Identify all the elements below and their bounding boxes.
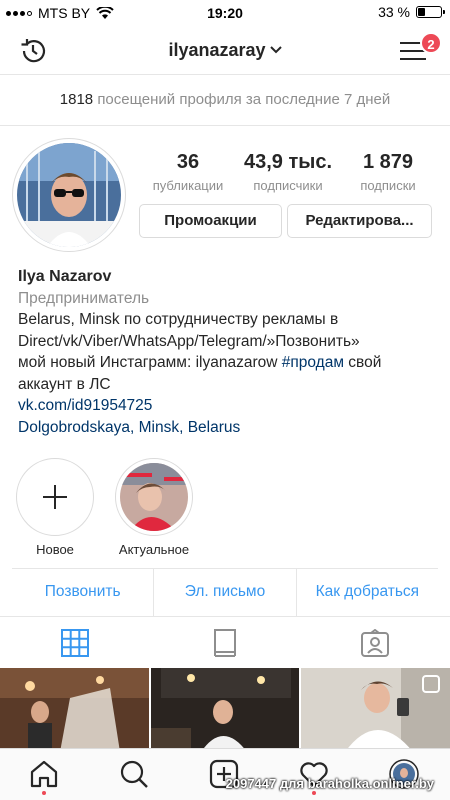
- profile-name: Ilya Nazarov: [18, 268, 112, 285]
- edit-profile-button[interactable]: Редактирова...: [287, 204, 432, 238]
- username-switcher[interactable]: ilyanazaray: [0, 40, 450, 61]
- following-stat[interactable]: 1 879 подписки: [338, 151, 438, 193]
- bottom-navigation: [0, 748, 450, 800]
- posts-label: публикации: [152, 178, 224, 193]
- address-link[interactable]: Dolgobrodskaya, Minsk, Belarus: [18, 417, 438, 439]
- directions-button[interactable]: Как добраться: [295, 569, 438, 616]
- grid-photo[interactable]: [150, 668, 300, 752]
- highlight-new[interactable]: Новое: [10, 458, 100, 557]
- posts-count: 36: [176, 151, 200, 173]
- hashtag-link[interactable]: #продам: [282, 354, 344, 371]
- avatar[interactable]: [12, 138, 126, 252]
- notification-badge: 2: [420, 32, 442, 54]
- plus-icon: [16, 458, 94, 536]
- watermark: 2097447 для baraholka.onliner.by: [225, 776, 434, 791]
- highlight-cover: [120, 463, 188, 531]
- bio-line: Belarus, Minsk по сотрудничеству рекламы…: [18, 311, 339, 328]
- highlight-actual[interactable]: Актуальное: [109, 458, 199, 557]
- website-link[interactable]: vk.com/id91954725: [18, 395, 438, 417]
- email-button[interactable]: Эл. письмо: [153, 569, 295, 616]
- activity-dot: [312, 791, 316, 795]
- chevron-down-icon: [269, 46, 282, 54]
- home-icon[interactable]: [29, 759, 59, 789]
- highlight-label: Актуальное: [118, 542, 190, 557]
- call-button[interactable]: Позвонить: [12, 569, 153, 616]
- promotions-button[interactable]: Промоакции: [139, 204, 282, 238]
- followers-label: подписчики: [253, 178, 323, 193]
- status-bar: MTS BY 19:20 33 %: [0, 0, 450, 26]
- battery-percent: 33 %: [378, 4, 410, 20]
- profile-stats: 36 публикации 43,9 тыс. подписчики 1 879…: [138, 151, 438, 193]
- highlight-label: Новое: [36, 542, 74, 557]
- grid-icon[interactable]: [61, 629, 89, 657]
- profile-header: ilyanazaray 2: [0, 26, 450, 74]
- grid-photo[interactable]: [0, 668, 149, 752]
- battery-icon: [416, 6, 445, 18]
- bio-line: мой новый Инстаграмм: ilyanazarow #прода…: [18, 354, 382, 371]
- bio-line: аккаунт в ЛС: [18, 375, 111, 393]
- bio-line: Direct/vk/Viber/WhatsApp/Telegram/»Позво…: [18, 332, 360, 350]
- profile-bio: Ilya Nazarov Предприниматель Belarus, Mi…: [18, 266, 438, 438]
- grid-photo[interactable]: [301, 668, 450, 752]
- following-count: 1 879: [362, 151, 414, 173]
- followers-count: 43,9 тыс.: [243, 151, 333, 173]
- profile-category: Предприниматель: [18, 289, 150, 307]
- home-activity-dot: [42, 791, 46, 795]
- followers-stat[interactable]: 43,9 тыс. подписчики: [238, 151, 338, 193]
- search-icon[interactable]: [119, 759, 149, 789]
- username: ilyanazaray: [168, 40, 266, 60]
- posts-stat[interactable]: 36 публикации: [138, 151, 238, 193]
- following-label: подписки: [360, 178, 416, 193]
- contact-bar: Позвонить Эл. письмо Как добраться: [12, 568, 438, 616]
- visits-text: посещений профиля за последние 7 дней: [97, 91, 391, 108]
- profile-tabs: [0, 616, 450, 668]
- visits-count: 1818: [59, 91, 94, 108]
- avatar-photo: [17, 143, 121, 247]
- profile-visits-banner[interactable]: 1818 посещений профиля за последние 7 дн…: [0, 74, 450, 126]
- feed-icon[interactable]: [211, 629, 239, 657]
- photo-grid: [0, 668, 450, 752]
- tagged-icon[interactable]: [361, 629, 389, 657]
